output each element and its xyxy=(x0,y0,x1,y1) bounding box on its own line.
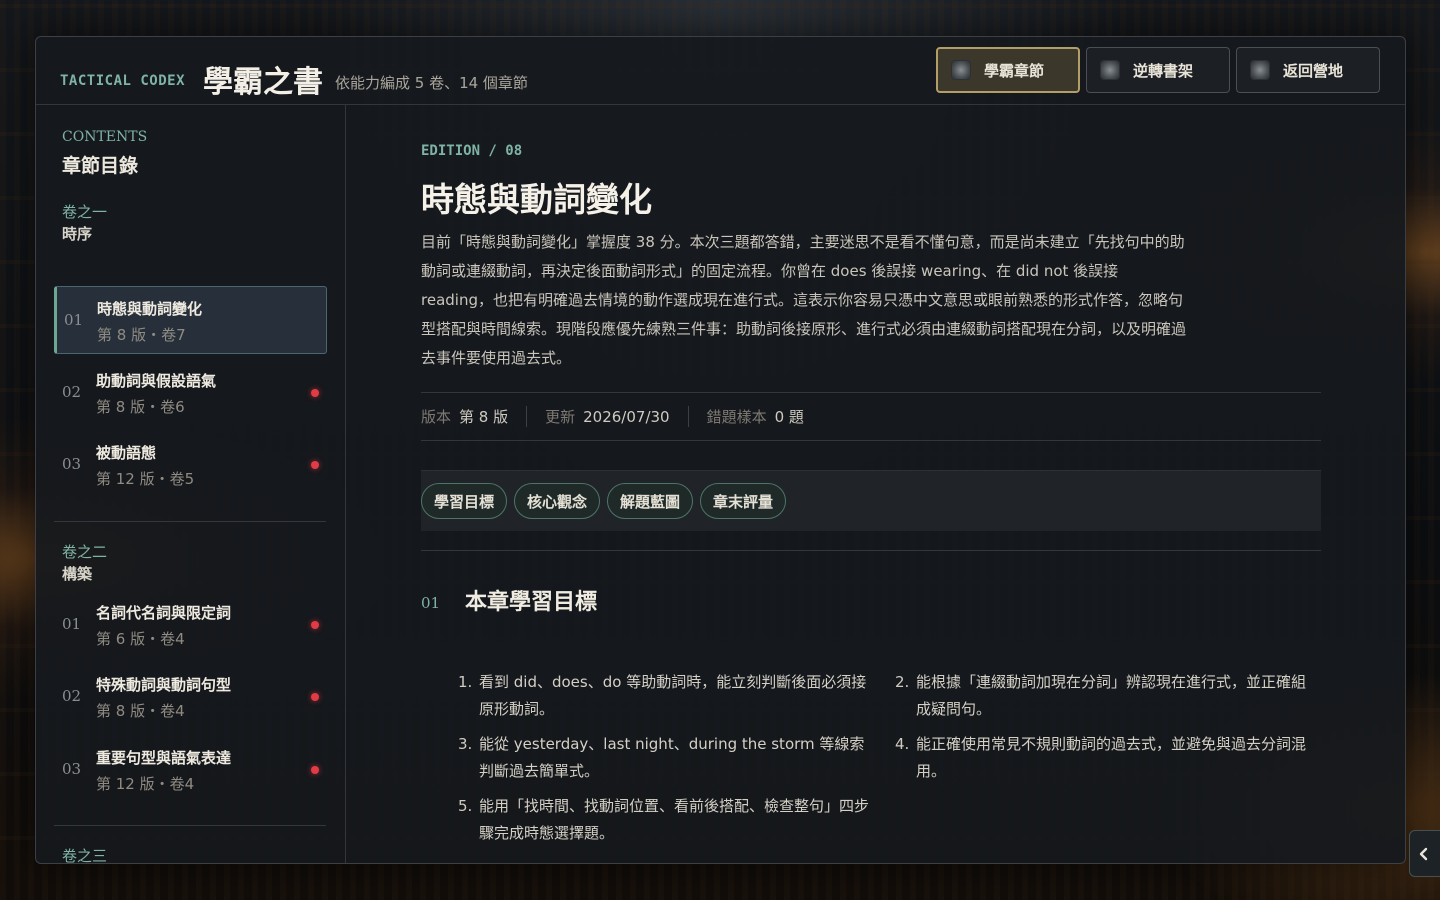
chapter-item[interactable]: 03 重要句型與語氣表達 第 12 版・卷4 xyxy=(54,736,327,804)
chapter-item[interactable]: 02 特殊動詞與動詞句型 第 8 版・卷4 xyxy=(54,663,327,731)
brand-en: TACTICAL CODEX xyxy=(60,73,186,89)
nav-camp-label: 返回營地 xyxy=(1283,61,1344,80)
goal-text: 能從 yesterday、last night、during the storm… xyxy=(479,735,865,780)
chapter-title: 助動詞與假設語氣 xyxy=(96,372,217,390)
book-emblem-icon xyxy=(952,61,970,79)
chapter-title: 名詞代名詞與限定詞 xyxy=(96,604,232,622)
chapter-sidebar[interactable]: CONTENTS 章節目錄 卷之一 時序 01 時態與動詞變化 第 8 版・卷7… xyxy=(36,105,346,863)
goal-number: 2. xyxy=(895,673,910,691)
alert-dot xyxy=(311,389,319,397)
goal-text: 看到 did、does、do 等助動詞時，能立刻判斷後面必須接原形動詞。 xyxy=(479,673,867,718)
contents-label: 章節目錄 xyxy=(62,155,139,177)
alert-dot xyxy=(311,766,319,774)
header: TACTICAL CODEX 學霸之書 依能力編成 5 卷、14 個章節 學霸章… xyxy=(36,37,1405,105)
gear-emblem-icon xyxy=(1101,61,1119,79)
nav-shelf-label: 逆轉書架 xyxy=(1133,61,1194,80)
brand-title: 學霸之書 xyxy=(203,65,323,100)
nav-chapters-label: 學霸章節 xyxy=(984,61,1045,80)
chapter-title: 時態與動詞變化 xyxy=(97,300,203,318)
goal-text: 能根據「連綴動詞加現在分詞」辨認現在進行式，並正確組成疑問句。 xyxy=(916,673,1307,718)
chevron-left-icon xyxy=(1418,847,1430,861)
chapter-item-active[interactable]: 01 時態與動詞變化 第 8 版・卷7 xyxy=(54,286,327,354)
chapter-title: 被動語態 xyxy=(96,444,157,462)
chapter-description: 目前「時態與動詞變化」掌握度 38 分。本次三題都答錯，主要迷思不是看不懂句意，… xyxy=(421,233,1187,367)
chapter-item[interactable]: 01 名詞代名詞與限定詞 第 6 版・卷4 xyxy=(54,591,327,659)
volume-divider xyxy=(54,521,326,522)
tab-core-concepts[interactable]: 核心觀念 xyxy=(514,483,601,519)
meta-edition: 版本 第 8 版 xyxy=(421,406,528,427)
goal-item: 2. 能根據「連綴動詞加現在分詞」辨認現在進行式，並正確組成疑問句。 xyxy=(895,669,1315,723)
chapter-meta-bar: 版本 第 8 版 更新 2026/07/30 錯題樣本 0 題 xyxy=(421,392,1321,441)
chapter-number: 01 xyxy=(62,615,82,633)
volume-2-label: 卷之二 xyxy=(62,543,108,561)
chapter-title: 重要句型與語氣表達 xyxy=(96,749,232,767)
contents-label-en: CONTENTS xyxy=(62,129,148,145)
meta-label: 版本 xyxy=(421,408,452,426)
meta-updated: 更新 2026/07/30 xyxy=(545,406,689,427)
goal-item: 4. 能正確使用常見不規則動詞的過去式，並避免與過去分詞混用。 xyxy=(895,731,1315,785)
volume-1-name: 時序 xyxy=(62,225,93,243)
volume-divider xyxy=(54,825,326,826)
section-title: 本章學習目標 xyxy=(465,590,598,615)
chapter-item[interactable]: 03 被動語態 第 12 版・卷5 xyxy=(54,431,327,499)
goal-number: 4. xyxy=(895,735,910,753)
goal-number: 1. xyxy=(458,673,473,691)
meta-value: 第 8 版 xyxy=(459,408,509,426)
meta-label: 更新 xyxy=(545,408,576,426)
chapter-item[interactable]: 02 助動詞與假設語氣 第 8 版・卷6 xyxy=(54,359,327,427)
section-divider xyxy=(421,550,1321,551)
tab-solution-blueprint[interactable]: 解題藍圖 xyxy=(607,483,694,519)
chapter-number: 02 xyxy=(62,687,82,705)
meta-value: 0 題 xyxy=(774,408,804,426)
chapter-heading: 時態與動詞變化 xyxy=(421,180,652,219)
alert-dot xyxy=(311,621,319,629)
chapter-title: 特殊動詞與動詞句型 xyxy=(96,676,232,694)
volume-1-label: 卷之一 xyxy=(62,203,108,221)
camp-emblem-icon xyxy=(1251,61,1269,79)
section-tabs: 學習目標 核心觀念 解題藍圖 章末評量 xyxy=(421,470,1321,531)
goal-text: 能用「找時間、找動詞位置、看前後搭配、檢查整句」四步驟完成時態選擇題。 xyxy=(479,797,870,842)
edition-label: EDITION / 08 xyxy=(421,143,523,159)
tab-learning-goals[interactable]: 學習目標 xyxy=(421,483,508,519)
goal-text: 能正確使用常見不規則動詞的過去式，並避免與過去分詞混用。 xyxy=(916,735,1307,780)
chapter-meta: 第 8 版・卷6 xyxy=(96,398,185,416)
main-panel: TACTICAL CODEX 學霸之書 依能力編成 5 卷、14 個章節 學霸章… xyxy=(35,36,1406,864)
goal-number: 3. xyxy=(458,735,473,753)
goal-item: 3. 能從 yesterday、last night、during the st… xyxy=(458,731,878,785)
goal-item: 1. 看到 did、does、do 等助動詞時，能立刻判斷後面必須接原形動詞。 xyxy=(458,669,878,723)
collapse-panel-button[interactable] xyxy=(1409,830,1440,877)
meta-label: 錯題樣本 xyxy=(706,408,767,426)
chapter-number: 03 xyxy=(62,760,82,778)
chapter-meta: 第 6 版・卷4 xyxy=(96,630,185,648)
volume-2-name: 構築 xyxy=(62,565,93,583)
chapter-meta: 第 12 版・卷4 xyxy=(96,775,195,793)
chapter-content[interactable]: EDITION / 08 時態與動詞變化 目前「時態與動詞變化」掌握度 38 分… xyxy=(421,105,1321,863)
chapter-meta: 第 8 版・卷7 xyxy=(97,326,186,344)
chapter-meta: 第 12 版・卷5 xyxy=(96,470,195,488)
goal-number: 5. xyxy=(458,797,473,815)
section-number: 01 xyxy=(421,594,441,612)
nav-shelf-button[interactable]: 逆轉書架 xyxy=(1086,47,1230,93)
alert-dot xyxy=(311,461,319,469)
nav-camp-button[interactable]: 返回營地 xyxy=(1236,47,1380,93)
tab-chapter-quiz[interactable]: 章末評量 xyxy=(700,483,787,519)
nav-chapters-button[interactable]: 學霸章節 xyxy=(936,47,1080,93)
chapter-number: 03 xyxy=(62,455,82,473)
chapter-number: 01 xyxy=(64,311,84,329)
brand-subtitle: 依能力編成 5 卷、14 個章節 xyxy=(335,74,528,92)
meta-error-samples: 錯題樣本 0 題 xyxy=(707,406,822,427)
chapter-number: 02 xyxy=(62,383,82,401)
goal-item: 5. 能用「找時間、找動詞位置、看前後搭配、檢查整句」四步驟完成時態選擇題。 xyxy=(458,793,878,847)
chapter-meta: 第 8 版・卷4 xyxy=(96,702,185,720)
meta-value: 2026/07/30 xyxy=(583,407,670,426)
alert-dot xyxy=(311,693,319,701)
volume-3-label: 卷之三 xyxy=(62,847,108,863)
